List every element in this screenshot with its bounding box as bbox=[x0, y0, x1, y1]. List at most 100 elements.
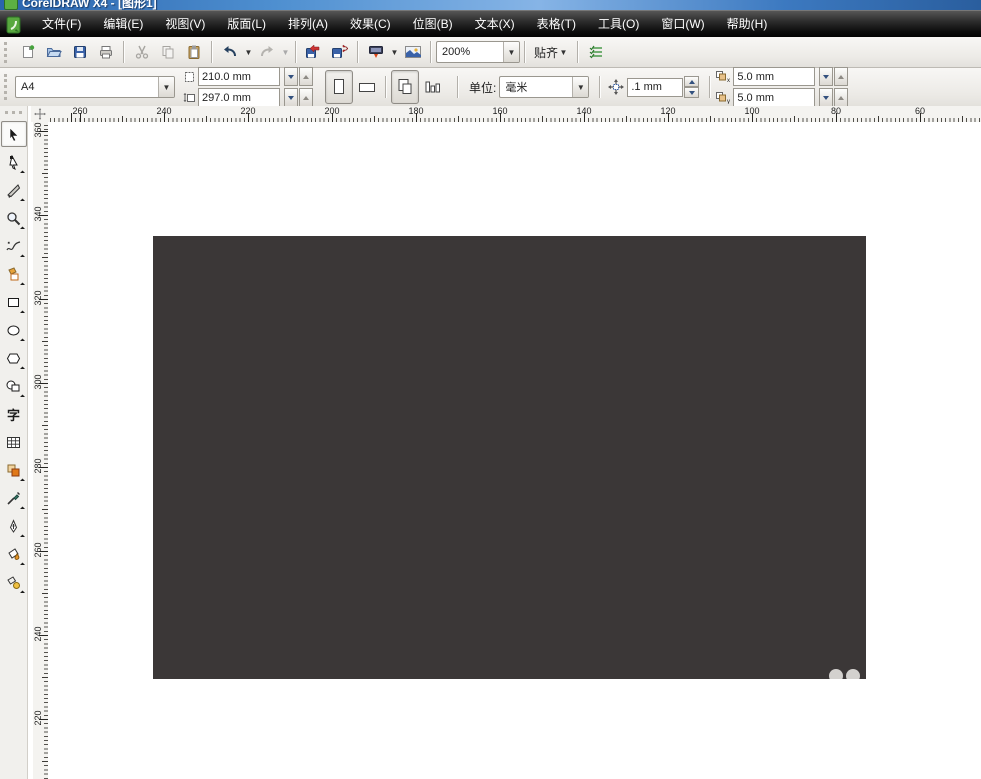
toolbar-separator bbox=[357, 41, 359, 63]
menu-item-arrange[interactable]: 排列(A) bbox=[277, 12, 339, 37]
duplicate-x-spinner[interactable] bbox=[818, 67, 848, 86]
save-button[interactable] bbox=[67, 39, 93, 65]
paper-height-spinner[interactable] bbox=[283, 88, 313, 107]
ellipse-tool[interactable] bbox=[1, 317, 27, 343]
shape-tool[interactable] bbox=[1, 149, 27, 175]
snap-to-label: 贴齐 bbox=[534, 44, 558, 61]
interactive-fill-tool[interactable] bbox=[1, 569, 27, 595]
eyedropper-tool[interactable] bbox=[1, 485, 27, 511]
basic-shapes-tool[interactable] bbox=[1, 373, 27, 399]
options-button[interactable] bbox=[583, 39, 609, 65]
freehand-tool[interactable] bbox=[1, 233, 27, 259]
new-document-button[interactable] bbox=[15, 39, 41, 65]
copy-button[interactable] bbox=[155, 39, 181, 65]
nudge-offset-spinner[interactable] bbox=[684, 76, 699, 98]
crop-tool[interactable] bbox=[1, 177, 27, 203]
title-bar: CorelDRAW X4 - [图形1] bbox=[0, 0, 981, 10]
units-value: 毫米 bbox=[500, 79, 572, 95]
vertical-ruler[interactable]: 360340320300280260240220 bbox=[33, 122, 49, 779]
zoom-tool[interactable] bbox=[1, 205, 27, 231]
application-launcher-button[interactable] bbox=[363, 39, 389, 65]
cut-button[interactable] bbox=[129, 39, 155, 65]
menu-item-file[interactable]: 文件(F) bbox=[31, 12, 92, 37]
vruler-label: 280 bbox=[33, 455, 43, 477]
horizontal-ruler[interactable]: 2602402202001801601401201008060 bbox=[48, 106, 981, 123]
menu-item-edit[interactable]: 编辑(E) bbox=[92, 12, 154, 37]
import-button[interactable] bbox=[301, 39, 327, 65]
nudge-offset-icon bbox=[608, 79, 624, 95]
toolbar-grip[interactable] bbox=[4, 42, 10, 63]
menu-item-effects[interactable]: 效果(C) bbox=[339, 12, 402, 37]
menu-item-view[interactable]: 视图(V) bbox=[154, 12, 216, 37]
menu-item-bitmaps[interactable]: 位图(B) bbox=[402, 12, 464, 37]
paper-width-spinner[interactable] bbox=[283, 67, 313, 86]
vruler-label: 260 bbox=[33, 539, 43, 561]
menu-item-text[interactable]: 文本(X) bbox=[464, 12, 526, 37]
paper-width-field[interactable]: 210.0 mm bbox=[198, 67, 280, 86]
menu-item-window[interactable]: 窗口(W) bbox=[650, 12, 715, 37]
interactive-blend-tool[interactable] bbox=[1, 457, 27, 483]
text-tool[interactable]: 字 bbox=[1, 401, 27, 427]
rectangle-tool[interactable] bbox=[1, 289, 27, 315]
hruler-label: 60 bbox=[915, 106, 925, 116]
menu-bar: 文件(F) 编辑(E) 视图(V) 版面(L) 排列(A) 效果(C) 位图(B… bbox=[0, 10, 981, 38]
fill-tool[interactable] bbox=[1, 541, 27, 567]
hruler-label: 200 bbox=[324, 106, 339, 116]
paper-size-combobox[interactable]: A4 ▼ bbox=[15, 76, 175, 98]
chevron-down-icon: ▼ bbox=[558, 40, 569, 64]
text-tool-glyph: 字 bbox=[7, 405, 20, 424]
all-pages-layout-button[interactable] bbox=[391, 70, 419, 104]
zoom-level-combobox[interactable]: 200% ▼ bbox=[436, 41, 520, 63]
spin-down-icon bbox=[684, 87, 699, 98]
application-launcher-dropdown[interactable]: ▼ bbox=[389, 40, 400, 64]
duplicate-distance-x-icon: x bbox=[715, 70, 731, 83]
paper-height-field[interactable]: 297.0 mm bbox=[198, 88, 280, 107]
units-combobox[interactable]: 毫米 ▼ bbox=[499, 76, 589, 98]
svg-text:y: y bbox=[727, 99, 730, 104]
menu-item-tools[interactable]: 工具(O) bbox=[587, 12, 650, 37]
spin-down-icon bbox=[819, 67, 833, 86]
current-page-layout-button[interactable] bbox=[419, 70, 447, 104]
outline-pen-tool[interactable] bbox=[1, 513, 27, 539]
units-label: 单位: bbox=[469, 79, 496, 96]
app-icon bbox=[4, 0, 18, 10]
table-tool[interactable] bbox=[1, 429, 27, 455]
chevron-down-icon[interactable]: ▼ bbox=[158, 77, 174, 97]
spin-up-icon bbox=[299, 88, 313, 107]
zoom-level-value: 200% bbox=[437, 46, 503, 58]
nudge-offset-value: .1 mm bbox=[631, 81, 662, 93]
duplicate-distance-x-field[interactable]: 5.0 mm bbox=[733, 67, 815, 86]
toolbar-separator bbox=[709, 76, 711, 98]
portrait-orientation-button[interactable] bbox=[325, 70, 353, 104]
chevron-down-icon[interactable]: ▼ bbox=[503, 42, 519, 62]
snap-to-dropdown[interactable]: 贴齐 ▼ bbox=[530, 40, 573, 64]
duplicate-distance-x-value: 5.0 mm bbox=[737, 71, 774, 83]
nudge-offset-field[interactable]: .1 mm bbox=[627, 78, 683, 97]
undo-dropdown[interactable]: ▼ bbox=[243, 40, 254, 64]
duplicate-distance-y-icon: y bbox=[715, 91, 731, 104]
redo-button[interactable] bbox=[254, 39, 280, 65]
export-button[interactable] bbox=[327, 39, 353, 65]
duplicate-distance-y-value: 5.0 mm bbox=[737, 92, 774, 104]
print-button[interactable] bbox=[93, 39, 119, 65]
open-document-button[interactable] bbox=[41, 39, 67, 65]
smart-fill-tool[interactable] bbox=[1, 261, 27, 287]
welcome-screen-button[interactable] bbox=[400, 39, 426, 65]
landscape-orientation-button[interactable] bbox=[353, 70, 381, 104]
dark-rectangle-object[interactable] bbox=[153, 236, 866, 679]
menu-item-table[interactable]: 表格(T) bbox=[526, 12, 587, 37]
polygon-tool[interactable] bbox=[1, 345, 27, 371]
undo-button[interactable] bbox=[217, 39, 243, 65]
toolbar-grip[interactable] bbox=[4, 74, 10, 101]
redo-dropdown[interactable]: ▼ bbox=[280, 40, 291, 64]
menu-item-layout[interactable]: 版面(L) bbox=[216, 12, 277, 37]
duplicate-distance-y-field[interactable]: 5.0 mm bbox=[733, 88, 815, 107]
toolbox-grip[interactable] bbox=[5, 111, 21, 117]
menu-item-help[interactable]: 帮助(H) bbox=[716, 12, 779, 37]
pick-tool[interactable] bbox=[1, 121, 27, 147]
chevron-down-icon[interactable]: ▼ bbox=[572, 77, 588, 97]
paste-button[interactable] bbox=[181, 39, 207, 65]
drawing-canvas[interactable] bbox=[48, 122, 981, 779]
vruler-label: 300 bbox=[33, 371, 43, 393]
duplicate-y-spinner[interactable] bbox=[818, 88, 848, 107]
